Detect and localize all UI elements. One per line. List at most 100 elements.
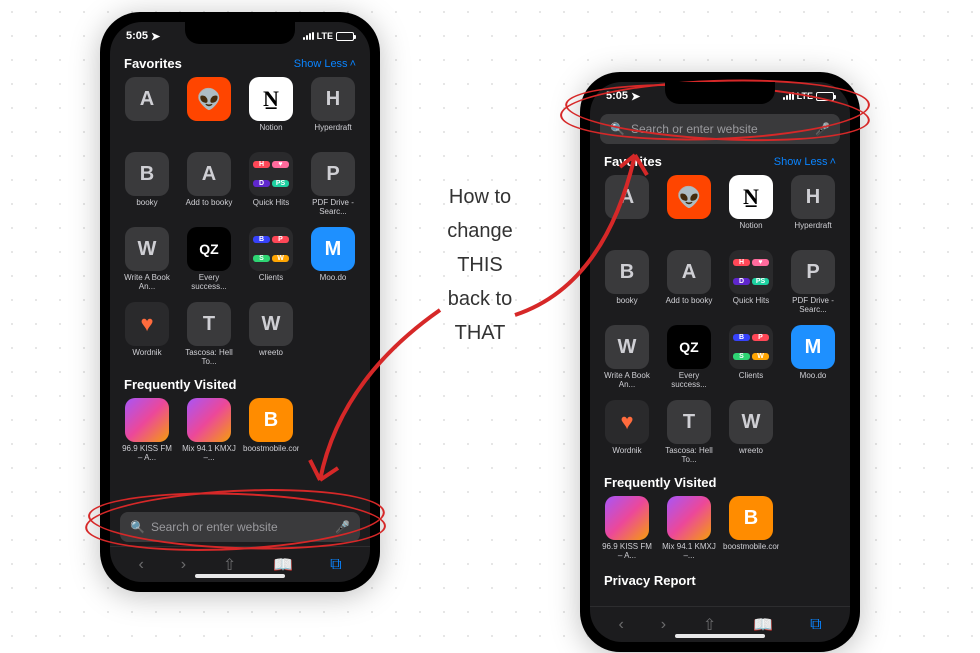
favorite-item[interactable]: QZEvery success...: [178, 223, 240, 296]
favorite-item[interactable]: Wwreeto: [240, 298, 302, 371]
back-button[interactable]: ‹: [618, 616, 623, 634]
favorite-icon[interactable]: W: [125, 227, 169, 271]
mic-icon[interactable]: 🎤: [815, 122, 830, 136]
favorite-item[interactable]: Wwreeto: [720, 396, 782, 469]
favorite-item[interactable]: T Tascosa: Hell To...: [658, 396, 720, 469]
favorite-icon[interactable]: W: [249, 302, 293, 346]
favorite-item[interactable]: WWrite A Book An...: [596, 321, 658, 394]
favorite-item[interactable]: PPDF Drive - Searc...: [782, 246, 844, 319]
favorite-item[interactable]: ♥Wordnik: [596, 396, 658, 469]
favorite-icon[interactable]: W: [605, 325, 649, 369]
address-bar-bottom[interactable]: 🔍 Search or enter website 🎤: [120, 512, 360, 542]
favorite-icon[interactable]: P: [791, 250, 835, 294]
favorite-icon[interactable]: [187, 398, 231, 442]
favorite-icon[interactable]: QZ: [667, 325, 711, 369]
favorite-item[interactable]: ♥ Wordnik: [116, 298, 178, 371]
favorite-icon[interactable]: B: [729, 496, 773, 540]
favorite-item[interactable]: 👽: [658, 171, 720, 244]
favorite-item[interactable]: 96.9 KISS FM – A...: [116, 394, 178, 467]
favorite-item[interactable]: N̲Notion: [720, 171, 782, 244]
favorite-label: 96.9 KISS FM – A...: [599, 543, 655, 561]
favorite-icon[interactable]: H: [311, 77, 355, 121]
favorite-item[interactable]: HHyperdraft: [302, 73, 364, 146]
favorite-icon[interactable]: [125, 398, 169, 442]
favorite-icon[interactable]: A: [125, 77, 169, 121]
favorite-label: Wordnik: [119, 349, 175, 367]
show-less-link[interactable]: Show Less ˄: [774, 156, 836, 168]
favorite-icon[interactable]: [667, 496, 711, 540]
favorite-item[interactable]: QZEvery success...: [658, 321, 720, 394]
home-indicator[interactable]: [195, 574, 285, 578]
signal-icon: [783, 92, 794, 100]
favorite-label: Tascosa: Hell To...: [181, 349, 237, 367]
favorite-icon[interactable]: N̲: [249, 77, 293, 121]
share-button[interactable]: ⇧: [223, 555, 236, 575]
favorite-item[interactable]: PPDF Drive - Searc...: [302, 148, 364, 221]
favorite-item[interactable]: T Tascosa: Hell To...: [178, 298, 240, 371]
favorite-item[interactable]: Bbooky: [596, 246, 658, 319]
favorite-item[interactable]: Bboostmobile.com: [720, 492, 782, 565]
forward-button[interactable]: ›: [181, 556, 186, 574]
favorite-item[interactable]: 👽: [178, 73, 240, 146]
favorite-icon[interactable]: A: [667, 250, 711, 294]
favorite-icon[interactable]: [605, 496, 649, 540]
favorite-item[interactable]: N̲Notion: [240, 73, 302, 146]
favorite-item[interactable]: A: [596, 171, 658, 244]
favorite-label: [181, 124, 237, 142]
favorite-item[interactable]: MMoo.do: [302, 223, 364, 296]
favorite-item[interactable]: Mix 94.1 KMXJ –...: [178, 394, 240, 467]
favorite-icon[interactable]: P: [311, 152, 355, 196]
home-indicator[interactable]: [675, 634, 765, 638]
address-bar-top[interactable]: 🔍 Search or enter website 🎤: [600, 114, 840, 144]
favorite-icon[interactable]: ♥: [125, 302, 169, 346]
favorite-icon[interactable]: A: [605, 175, 649, 219]
favorite-icon[interactable]: B: [125, 152, 169, 196]
bookmarks-button[interactable]: 📖: [273, 555, 293, 575]
favorite-label: [661, 222, 717, 240]
favorite-icon[interactable]: H♥DPS: [729, 250, 773, 294]
favorite-icon[interactable]: H♥DPS: [249, 152, 293, 196]
favorite-item[interactable]: AAdd to booky: [658, 246, 720, 319]
mic-icon[interactable]: 🎤: [335, 520, 350, 534]
tabs-button[interactable]: ⧉: [810, 616, 821, 634]
favorite-icon[interactable]: M: [311, 227, 355, 271]
favorite-icon[interactable]: A: [187, 152, 231, 196]
bookmarks-button[interactable]: 📖: [753, 615, 773, 635]
favorite-item[interactable]: H♥DPSQuick Hits: [240, 148, 302, 221]
favorite-item[interactable]: Bbooky: [116, 148, 178, 221]
favorite-icon[interactable]: H: [791, 175, 835, 219]
favorite-item[interactable]: 96.9 KISS FM – A...: [596, 492, 658, 565]
favorite-icon[interactable]: 👽: [187, 77, 231, 121]
favorite-icon[interactable]: B: [249, 398, 293, 442]
favorite-icon[interactable]: QZ: [187, 227, 231, 271]
frequently-heading: Frequently Visited: [604, 475, 716, 490]
forward-button[interactable]: ›: [661, 616, 666, 634]
favorite-icon[interactable]: N̲: [729, 175, 773, 219]
favorite-item[interactable]: AAdd to booky: [178, 148, 240, 221]
favorite-label: [119, 124, 175, 142]
favorite-item[interactable]: MMoo.do: [782, 321, 844, 394]
favorite-icon[interactable]: BPSW: [249, 227, 293, 271]
favorite-icon[interactable]: 👽: [667, 175, 711, 219]
favorite-item[interactable]: BPSWClients: [720, 321, 782, 394]
show-less-link[interactable]: Show Less ˄: [294, 58, 356, 70]
share-button[interactable]: ⇧: [703, 615, 716, 635]
tabs-button[interactable]: ⧉: [330, 556, 341, 574]
favorite-icon[interactable]: T: [187, 302, 231, 346]
favorite-item[interactable]: H♥DPSQuick Hits: [720, 246, 782, 319]
favorite-icon[interactable]: M: [791, 325, 835, 369]
favorite-item[interactable]: WWrite A Book An...: [116, 223, 178, 296]
favorite-icon[interactable]: BPSW: [729, 325, 773, 369]
favorite-icon[interactable]: B: [605, 250, 649, 294]
favorite-icon[interactable]: T: [667, 400, 711, 444]
favorite-label: Tascosa: Hell To...: [661, 447, 717, 465]
favorite-item[interactable]: Bboostmobile.com: [240, 394, 302, 467]
back-button[interactable]: ‹: [138, 556, 143, 574]
favorite-item[interactable]: HHyperdraft: [782, 171, 844, 244]
favorite-item[interactable]: A: [116, 73, 178, 146]
start-page: Favorites Show Less ˄ A👽N̲NotionHHyperdr…: [110, 50, 370, 508]
favorite-item[interactable]: BPSWClients: [240, 223, 302, 296]
favorite-icon[interactable]: ♥: [605, 400, 649, 444]
favorite-icon[interactable]: W: [729, 400, 773, 444]
favorite-item[interactable]: Mix 94.1 KMXJ –...: [658, 492, 720, 565]
